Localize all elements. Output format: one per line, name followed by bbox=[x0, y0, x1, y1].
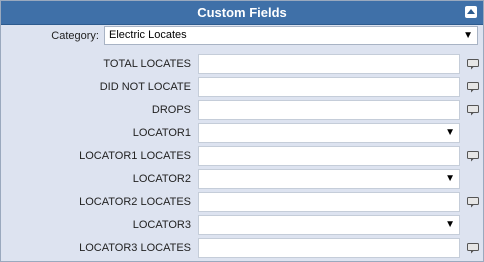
comment-icon[interactable] bbox=[467, 197, 479, 208]
field-row: LOCATOR2 LOCATES bbox=[1, 191, 483, 213]
field-label: LOCATOR3 bbox=[132, 219, 191, 231]
comment-icon[interactable] bbox=[467, 243, 479, 254]
field-label: DID NOT LOCATE bbox=[99, 81, 191, 93]
field-label: LOCATOR1 LOCATES bbox=[79, 150, 191, 162]
chevron-down-icon: ▼ bbox=[463, 30, 473, 41]
chevron-down-icon: ▼ bbox=[445, 219, 455, 230]
panel-header: Custom Fields bbox=[1, 1, 483, 25]
field-label: DROPS bbox=[151, 104, 191, 116]
chevron-down-icon: ▼ bbox=[445, 173, 455, 184]
did-not-locate-input[interactable] bbox=[198, 77, 460, 97]
comment-icon[interactable] bbox=[467, 59, 479, 70]
category-select[interactable]: Electric Locates ▼ bbox=[104, 26, 478, 45]
field-row: LOCATOR3 LOCATES bbox=[1, 237, 483, 259]
comment-icon[interactable] bbox=[467, 151, 479, 162]
locator2-locates-input[interactable] bbox=[198, 192, 460, 212]
category-row: Category: Electric Locates ▼ bbox=[1, 25, 483, 47]
field-row: LOCATOR2 ▼ bbox=[1, 168, 483, 190]
collapse-up-icon[interactable] bbox=[465, 6, 477, 18]
field-row: LOCATOR3 ▼ bbox=[1, 214, 483, 236]
chevron-down-icon: ▼ bbox=[445, 127, 455, 138]
field-row: LOCATOR1 ▼ bbox=[1, 122, 483, 144]
locator3-select[interactable]: ▼ bbox=[198, 215, 460, 235]
field-label: LOCATOR2 bbox=[132, 173, 191, 185]
field-row: LOCATOR1 LOCATES bbox=[1, 145, 483, 167]
field-row: TOTAL LOCATES bbox=[1, 53, 483, 75]
locator1-locates-input[interactable] bbox=[198, 146, 460, 166]
category-value: Electric Locates bbox=[109, 29, 187, 41]
panel-title: Custom Fields bbox=[197, 5, 287, 20]
drops-input[interactable] bbox=[198, 100, 460, 120]
field-row: DID NOT LOCATE bbox=[1, 76, 483, 98]
field-label: LOCATOR1 bbox=[132, 127, 191, 139]
total-locates-input[interactable] bbox=[198, 54, 460, 74]
field-label: TOTAL LOCATES bbox=[103, 58, 191, 70]
custom-fields-panel: Custom Fields Category: Electric Locates… bbox=[0, 0, 484, 262]
locator1-select[interactable]: ▼ bbox=[198, 123, 460, 143]
field-label: LOCATOR3 LOCATES bbox=[79, 242, 191, 254]
locator2-select[interactable]: ▼ bbox=[198, 169, 460, 189]
comment-icon[interactable] bbox=[467, 82, 479, 93]
field-label: LOCATOR2 LOCATES bbox=[79, 196, 191, 208]
locator3-locates-input[interactable] bbox=[198, 238, 460, 258]
category-label: Category: bbox=[51, 30, 99, 42]
comment-icon[interactable] bbox=[467, 105, 479, 116]
field-row: DROPS bbox=[1, 99, 483, 121]
